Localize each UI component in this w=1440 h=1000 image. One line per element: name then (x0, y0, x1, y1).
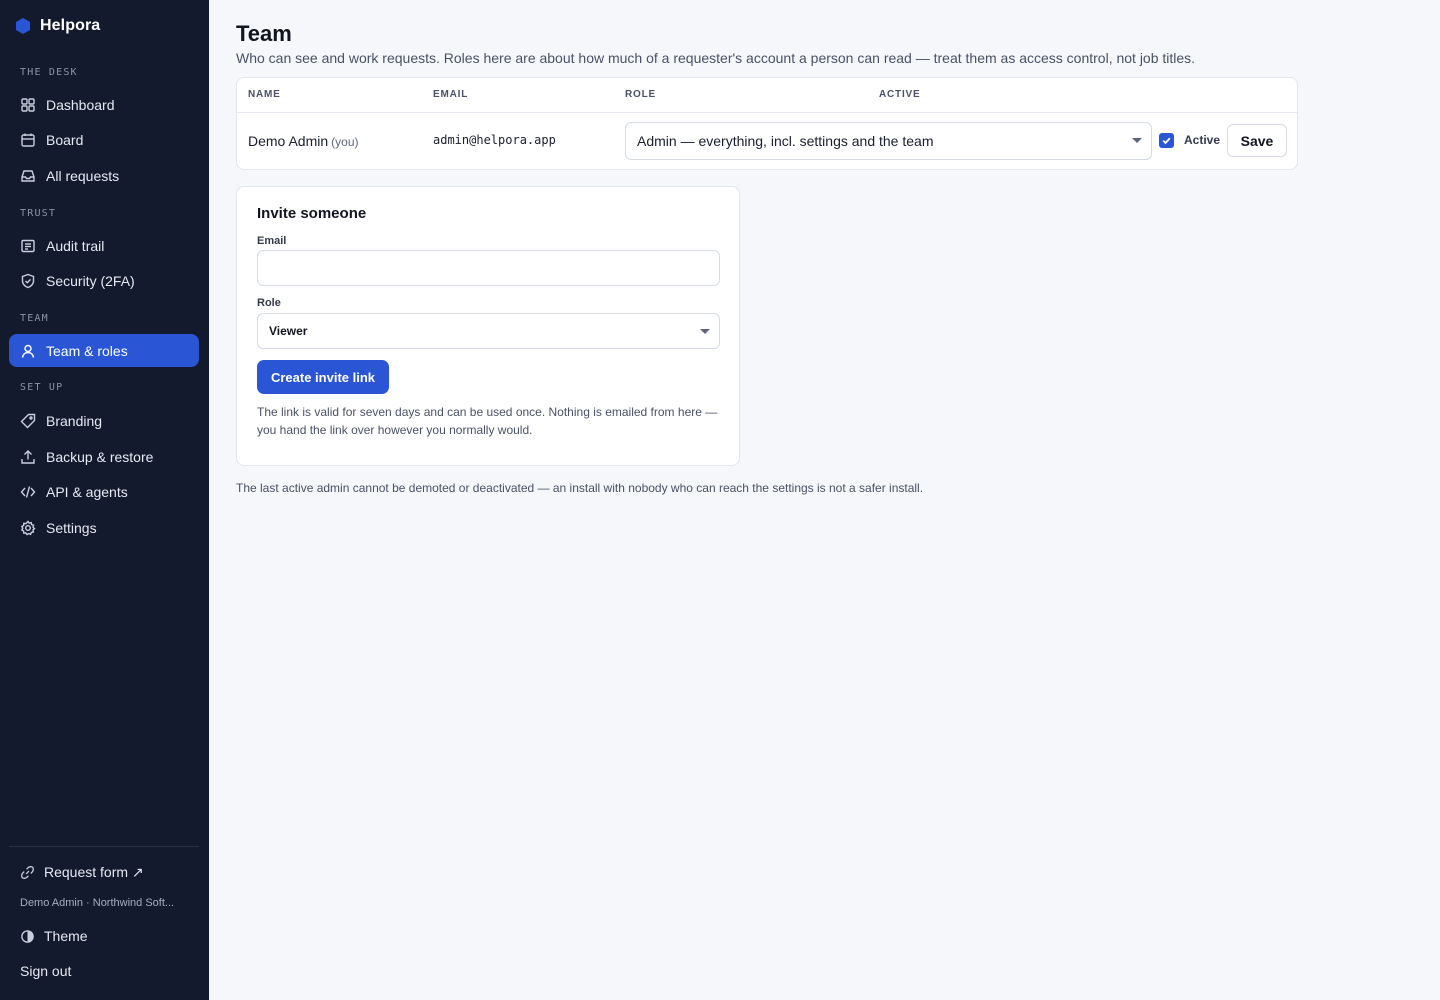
invite-card: Invite someone Email Role Viewer Create … (236, 186, 740, 466)
page-subtitle: Who can see and work requests. Roles her… (236, 50, 1196, 66)
email-field[interactable] (257, 250, 720, 286)
shield-icon (21, 273, 35, 288)
sidebar-item-audit-trail[interactable]: Audit trail (9, 229, 199, 262)
sidebar-divider (9, 846, 199, 847)
role-select[interactable]: Admin — everything, incl. settings and t… (625, 122, 1152, 160)
sidebar-item-label: Settings (46, 519, 97, 536)
sidebar-item-api-agents[interactable]: API & agents (9, 475, 199, 508)
sidebar-item-label: Dashboard (46, 96, 115, 113)
section-label-the-desk: THE DESK (20, 67, 78, 78)
gear-icon (20, 519, 36, 536)
active-checkbox[interactable] (1159, 133, 1174, 148)
column-header-name: NAME (248, 89, 281, 100)
member-email: admin@helpora.app (433, 133, 556, 147)
invite-note: The link is valid for seven days and can… (257, 405, 718, 437)
sidebar-item-label: Board (46, 131, 84, 148)
member-name-text: Demo Admin (248, 133, 329, 149)
chevron-down-icon (700, 329, 710, 334)
sidebar-item-label: Team & roles (46, 342, 128, 359)
theme-label: Theme (44, 928, 88, 944)
list-icon (21, 239, 35, 252)
page-title: Team (236, 21, 292, 46)
sidebar-item-label: Audit trail (46, 237, 105, 254)
sidebar-item-team-roles[interactable]: Team & roles (9, 334, 199, 367)
email-label: Email (257, 235, 287, 247)
calendar-icon (21, 133, 35, 147)
sidebar-item-label: Branding (46, 412, 103, 429)
you-tag: (you) (331, 135, 359, 149)
link-icon (21, 866, 34, 879)
invite-role-value: Viewer (269, 324, 308, 338)
sidebar-item-label: API & agents (46, 483, 128, 500)
tag-icon (20, 413, 36, 428)
request-form-link[interactable]: Request form ↗ (20, 864, 144, 881)
brand[interactable]: Helpora (16, 17, 100, 35)
user-icon (21, 344, 35, 358)
grid-icon (21, 97, 35, 112)
request-form-label: Request form ↗ (44, 864, 144, 880)
sidebar-item-label: All requests (46, 167, 120, 184)
sign-out-button[interactable]: Sign out (20, 963, 71, 979)
role-select-value: Admin — everything, incl. settings and t… (637, 133, 934, 149)
sidebar-item-board[interactable]: Board (9, 123, 199, 156)
section-label-trust: TRUST (20, 208, 57, 219)
sidebar-item-backup-restore[interactable]: Backup & restore (9, 440, 199, 473)
sidebar-item-dashboard[interactable]: Dashboard (9, 88, 199, 121)
sidebar-item-all-requests[interactable]: All requests (9, 159, 199, 192)
save-button[interactable]: Save (1227, 124, 1287, 157)
member-name: Demo Admin (you) (248, 133, 359, 149)
upload-icon (21, 449, 35, 464)
inbox-icon (21, 169, 35, 182)
team-table: NAME EMAIL ROLE ACTIVE Demo Admin (you) a… (236, 77, 1298, 170)
invite-title: Invite someone (257, 205, 367, 222)
admin-footnote: The last active admin cannot be demoted … (236, 481, 924, 495)
column-header-email: EMAIL (433, 89, 469, 100)
column-header-role: ROLE (625, 89, 656, 100)
section-label-team: TEAM (20, 313, 49, 324)
sidebar: Helpora THE DESK Dashboard Board All req… (0, 0, 209, 1000)
column-header-active: ACTIVE (879, 89, 921, 100)
contrast-icon (21, 929, 34, 943)
theme-toggle[interactable]: Theme (20, 928, 88, 944)
logo-icon (16, 18, 30, 34)
sidebar-item-settings[interactable]: Settings (9, 511, 199, 544)
code-icon (20, 485, 36, 498)
brand-name: Helpora (40, 17, 101, 34)
role-label: Role (257, 297, 281, 309)
sidebar-item-security[interactable]: Security (2FA) (9, 264, 199, 297)
table-divider (237, 112, 1297, 113)
sidebar-item-label: Backup & restore (46, 448, 154, 465)
sidebar-item-label: Security (2FA) (46, 272, 135, 289)
invite-role-select[interactable]: Viewer (257, 313, 720, 349)
active-label[interactable]: Active (1184, 133, 1220, 147)
section-label-set-up: SET UP (20, 382, 64, 393)
create-invite-link-button[interactable]: Create invite link (257, 360, 389, 394)
sidebar-item-branding[interactable]: Branding (9, 404, 199, 437)
current-user: Demo Admin · Northwind Soft... (20, 897, 175, 909)
chevron-down-icon (1132, 138, 1142, 143)
checkmark-icon (1162, 137, 1171, 145)
sign-out-label: Sign out (20, 963, 72, 979)
